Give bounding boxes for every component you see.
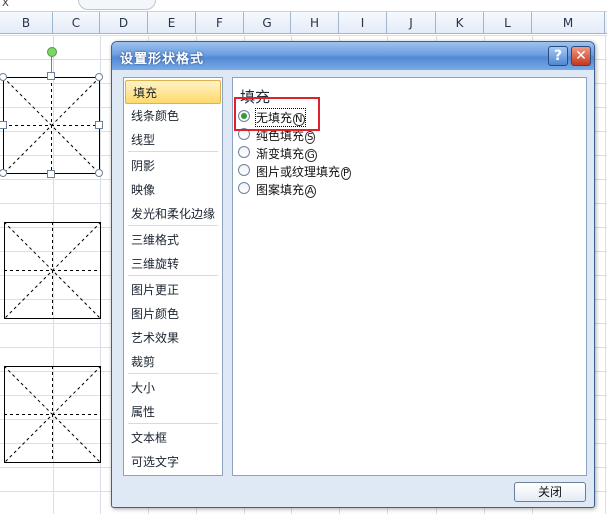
category-item[interactable]: 文本框 [124, 426, 222, 450]
category-item[interactable]: 图片颜色 [124, 302, 222, 326]
fill-option-label: 图片或纹理填充 P [256, 163, 352, 180]
category-item[interactable]: 图片更正 [124, 278, 222, 302]
close-icon[interactable]: ✕ [571, 46, 591, 66]
radio-button[interactable] [238, 182, 250, 194]
category-item[interactable]: 艺术效果 [124, 326, 222, 350]
grid-row-line [0, 35, 607, 36]
resize-handle[interactable] [95, 169, 103, 177]
column-header-m[interactable]: M [532, 12, 605, 34]
access-key: P [341, 167, 352, 180]
column-header-e[interactable]: E [148, 12, 196, 34]
category-item[interactable]: 属性 [124, 400, 222, 424]
column-header-i[interactable]: I [339, 12, 387, 34]
column-header-b[interactable]: B [0, 12, 53, 34]
fill-option-label: 图案填充 A [256, 181, 316, 198]
format-shape-dialog: 设置形状格式 ? ✕ 填充 线条颜色 线型 阴影 映像 发光和柔化边缘 三维格式 三维旋转 图片… [111, 41, 595, 508]
fill-panel: 填充 无填充 N 纯色填充 S 渐变填充 G 图片或纹理填充 P 图案填充 A [232, 77, 587, 476]
dialog-title: 设置形状格式 [120, 52, 205, 67]
category-item[interactable]: 填充 [125, 80, 221, 104]
excel-window: X BCDEFGHIJKLM 设置形状格式 ? ✕ 填充 线条颜色 线型 阴影 … [0, 0, 607, 514]
access-key: G [305, 149, 317, 162]
fill-option-text: 图案填充 [256, 183, 305, 197]
column-header-h[interactable]: H [291, 12, 339, 34]
category-item[interactable]: 映像 [124, 178, 222, 202]
category-item[interactable]: 三维格式 [124, 228, 222, 252]
formula-bar: X [0, 0, 607, 12]
resize-handle[interactable] [95, 121, 103, 129]
radio-button[interactable] [238, 164, 250, 176]
dialog-body: 填充 线条颜色 线型 阴影 映像 发光和柔化边缘 三维格式 三维旋转 图片更正 图片颜色 艺术效果裁… [115, 70, 591, 506]
fill-option-label: 渐变填充 G [256, 145, 317, 162]
formula-bar-dropdown[interactable] [78, 0, 156, 10]
grid-square-shape[interactable] [4, 222, 101, 319]
dialog-titlebar[interactable]: 设置形状格式 ? ✕ [112, 42, 594, 70]
resize-handle[interactable] [95, 73, 103, 81]
resize-handle[interactable] [47, 170, 55, 178]
annotation-highlight-box [234, 97, 320, 131]
category-item[interactable]: 大小 [124, 376, 222, 400]
close-button[interactable]: 关闭 [514, 482, 586, 502]
category-item[interactable]: 发光和柔化边缘 [124, 202, 222, 226]
radio-button[interactable] [238, 146, 250, 158]
column-header-c[interactable]: C [53, 12, 100, 34]
column-header-f[interactable]: F [196, 12, 244, 34]
column-header-g[interactable]: G [244, 12, 291, 34]
fill-option-text: 图片或纹理填充 [256, 165, 341, 179]
category-item[interactable]: 线条颜色 [124, 104, 222, 128]
column-header-k[interactable]: K [436, 12, 484, 34]
column-header-d[interactable]: D [100, 12, 148, 34]
fill-option-text: 渐变填充 [256, 147, 305, 161]
category-item[interactable]: 可选文字 [124, 450, 222, 474]
category-item[interactable]: 三维旋转 [124, 252, 222, 276]
category-list: 填充 线条颜色 线型 阴影 映像 发光和柔化边缘 三维格式 三维旋转 图片更正 图片颜色 艺术效果裁… [123, 77, 223, 476]
column-header-j[interactable]: J [387, 12, 436, 34]
column-header-l[interactable]: L [484, 12, 532, 34]
category-item[interactable]: 线型 [124, 128, 222, 152]
access-key: A [305, 185, 316, 198]
resize-handle[interactable] [47, 72, 55, 80]
grid-square-shape-selected[interactable] [3, 77, 100, 174]
name-box[interactable]: X [0, 0, 76, 10]
fill-option-text: 纯色填充 [256, 129, 305, 143]
category-item[interactable]: 阴影 [124, 154, 222, 178]
grid-square-shape[interactable] [4, 366, 101, 463]
help-icon[interactable]: ? [548, 46, 568, 66]
access-key: S [305, 131, 316, 144]
rotation-handle[interactable] [47, 47, 57, 57]
column-headers: BCDEFGHIJKLM [0, 12, 607, 34]
resize-handle[interactable] [0, 121, 7, 129]
category-item[interactable]: 裁剪 [124, 350, 222, 374]
